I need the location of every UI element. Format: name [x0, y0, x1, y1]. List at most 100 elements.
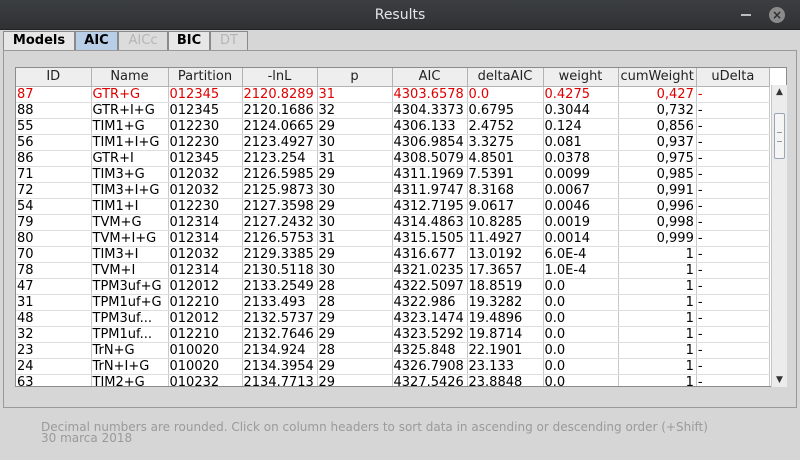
table-cell: 2133.2549 [242, 278, 318, 295]
vertical-scrollbar[interactable]: ▲ ▼ [771, 85, 787, 387]
table-row[interactable]: 79 TVM+G 012314 2127.2432 30 4314.4863 10.8285… [16, 214, 770, 231]
table-cell: 012314 [168, 230, 243, 247]
table-row[interactable]: 56 TIM1+I+G 012230 2123.4927 30 4306.9854 3.32… [16, 134, 770, 151]
table-cell: 17.3657 [467, 262, 544, 279]
column-header-deltaaic[interactable]: deltaAIC [467, 68, 544, 87]
table-cell: 32 [317, 102, 393, 119]
table-cell: 30 [317, 262, 393, 279]
table-cell: 2132.5737 [242, 310, 318, 327]
table-cell: - [696, 342, 770, 359]
table-cell: 1 [618, 326, 697, 343]
table-cell: 87 [16, 86, 92, 103]
table-row[interactable]: 70 TIM3+I 012032 2129.3385 29 4316.677 13.0192… [16, 246, 770, 263]
table-cell: 23.133 [467, 358, 544, 375]
table-cell: 010020 [168, 358, 243, 375]
table-row[interactable]: 23 TrN+G 010020 2134.924 28 4325.848 22.1901 0.… [16, 342, 770, 359]
table-row[interactable]: 31 TPM1uf+G 012210 2133.493 28 4322.986 19.328… [16, 294, 770, 311]
table-cell: 22.1901 [467, 342, 544, 359]
table-cell: 0,427 [618, 86, 697, 103]
table-cell: 4311.1969 [392, 166, 468, 183]
close-icon[interactable]: × [769, 7, 785, 23]
table-cell: 2126.5753 [242, 230, 318, 247]
table-cell: TVM+G [91, 214, 169, 231]
table-cell: 4315.1505 [392, 230, 468, 247]
table-cell: 012032 [168, 246, 243, 263]
scroll-up-arrow-icon[interactable]: ▲ [772, 85, 787, 99]
table-row[interactable]: 71 TIM3+G 012032 2126.5985 29 4311.1969 7.5391… [16, 166, 770, 183]
table-cell: 32 [16, 326, 92, 343]
table-cell: 4306.9854 [392, 134, 468, 151]
table-cell: 1 [618, 246, 697, 263]
table-cell: 0.4275 [543, 86, 619, 103]
column-header-name[interactable]: Name [91, 68, 169, 87]
table-cell: 78 [16, 262, 92, 279]
table-cell: 4322.986 [392, 294, 468, 311]
table-cell: 012012 [168, 278, 243, 295]
minimize-icon[interactable] [739, 8, 753, 22]
column-header-lnl[interactable]: -lnL [242, 68, 318, 87]
table-cell: 4.8501 [467, 150, 544, 167]
table-cell: TIM1+G [91, 118, 169, 135]
tab-models[interactable]: Models [3, 31, 75, 50]
table-row[interactable]: 48 TPM3uf... 012012 2132.5737 29 4323.1474 19.… [16, 310, 770, 327]
table-cell: 3.3275 [467, 134, 544, 151]
table-row[interactable]: 54 TIM1+I 012230 2127.3598 29 4312.7195 9.0617… [16, 198, 770, 215]
table-row[interactable]: 88 GTR+I+G 012345 2120.1686 32 4304.3373 0.679… [16, 102, 770, 119]
table-cell: 4303.6578 [392, 86, 468, 103]
column-header-aic[interactable]: AIC [392, 68, 468, 87]
column-header-id[interactable]: ID [16, 68, 92, 87]
table-cell: 30 [317, 182, 393, 199]
table-cell: 47 [16, 278, 92, 295]
column-header-partition[interactable]: Partition [168, 68, 243, 87]
table-cell: 0.0 [467, 86, 544, 103]
table-row[interactable]: 80 TVM+I+G 012314 2126.5753 31 4315.1505 11.49… [16, 230, 770, 247]
table-cell: 71 [16, 166, 92, 183]
table-cell: TIM2+G [91, 374, 169, 386]
footer: Decimal numbers are rounded. Click on co… [41, 420, 708, 444]
table-cell: 24 [16, 358, 92, 375]
table-cell: 012012 [168, 310, 243, 327]
table-cell: 80 [16, 230, 92, 247]
table-row[interactable]: 63 TIM2+G 010232 2134.7713 29 4327.5426 23.884… [16, 374, 770, 386]
scroll-down-arrow-icon[interactable]: ▼ [772, 373, 787, 387]
table-row[interactable]: 72 TIM3+I+G 012032 2125.9873 30 4311.9747 8.31… [16, 182, 770, 199]
table-cell: 4308.5079 [392, 150, 468, 167]
table-cell: TVM+I [91, 262, 169, 279]
table-cell: 012230 [168, 118, 243, 135]
table-cell: 2127.2432 [242, 214, 318, 231]
table-cell: 0,985 [618, 166, 697, 183]
table-cell: TrN+G [91, 342, 169, 359]
table-cell: 2124.0665 [242, 118, 318, 135]
table-row[interactable]: 55 TIM1+G 012230 2124.0665 29 4306.133 2.4752 0… [16, 118, 770, 135]
column-header-cumweight[interactable]: cumWeight [618, 68, 697, 87]
table-cell: 4316.677 [392, 246, 468, 263]
table-cell: 48 [16, 310, 92, 327]
table-cell: 0.0014 [543, 230, 619, 247]
table-cell: TIM3+I [91, 246, 169, 263]
table-cell: TrN+I+G [91, 358, 169, 375]
tab-aic[interactable]: AIC [75, 31, 118, 50]
table-row[interactable]: 47 TPM3uf+G 012012 2133.2549 28 4322.5097 18.8… [16, 278, 770, 295]
table-cell: 0,856 [618, 118, 697, 135]
table-cell: GTR+I [91, 150, 169, 167]
scrollbar-thumb[interactable] [774, 113, 785, 159]
column-header-udelta[interactable]: uDelta [696, 68, 770, 87]
tab-bic[interactable]: BIC [168, 31, 210, 50]
column-header-p[interactable]: p [317, 68, 393, 87]
table-cell: 0.0378 [543, 150, 619, 167]
table-cell: GTR+G [91, 86, 169, 103]
column-header-weight[interactable]: weight [543, 68, 619, 87]
table-cell: 2134.924 [242, 342, 318, 359]
table-row[interactable]: 78 TVM+I 012314 2130.5118 30 4321.0235 17.3657… [16, 262, 770, 279]
table-cell: 2134.3954 [242, 358, 318, 375]
table-cell: 30 [317, 214, 393, 231]
table-row[interactable]: 86 GTR+I 012345 2123.254 31 4308.5079 4.8501 0.… [16, 150, 770, 167]
table-row[interactable]: 24 TrN+I+G 010020 2134.3954 29 4326.7908 23.13… [16, 358, 770, 375]
table-cell: 2120.1686 [242, 102, 318, 119]
table-cell: TPM1uf+G [91, 294, 169, 311]
footer-note: Decimal numbers are rounded. Click on co… [41, 420, 708, 434]
table-row[interactable]: 87 GTR+G 012345 2120.8289 31 4303.6578 0.0 0.42… [16, 86, 770, 103]
table-cell: 9.0617 [467, 198, 544, 215]
table-cell: 29 [317, 166, 393, 183]
table-row[interactable]: 32 TPM1uf... 012210 2132.7646 29 4323.5292 19.… [16, 326, 770, 343]
